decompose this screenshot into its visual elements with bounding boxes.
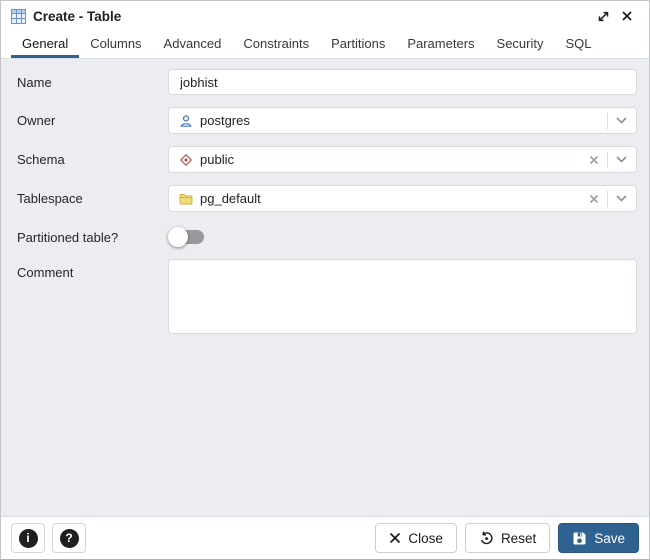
owner-label: Owner (1, 107, 168, 128)
dialog-footer: i ? Close Reset (1, 516, 649, 559)
close-button[interactable]: Close (375, 523, 457, 553)
general-tab-panel: Name Owner postgres (1, 59, 649, 516)
owner-select[interactable]: postgres (168, 107, 637, 134)
comment-row: Comment (1, 259, 637, 339)
dialog-tabbar: General Columns Advanced Constraints Par… (1, 31, 649, 59)
create-table-dialog: Create - Table General Columns Advanced … (0, 0, 650, 560)
name-input[interactable] (168, 69, 637, 95)
reset-button-label: Reset (501, 531, 536, 546)
partitioned-toggle[interactable] (168, 227, 206, 247)
save-button[interactable]: Save (558, 523, 639, 553)
tablespace-select[interactable]: pg_default (168, 185, 637, 212)
comment-label: Comment (1, 259, 168, 280)
tablespace-row: Tablespace pg_default (1, 185, 637, 212)
close-icon[interactable] (615, 4, 639, 28)
tab-advanced[interactable]: Advanced (153, 31, 233, 58)
dialog-title: Create - Table (33, 9, 121, 24)
schema-diamond-icon (179, 153, 193, 167)
partitioned-label: Partitioned table? (1, 224, 168, 245)
schema-select[interactable]: public (168, 146, 637, 173)
help-icon: ? (60, 529, 79, 548)
floppy-disk-icon (572, 531, 587, 546)
combo-separator (607, 152, 608, 168)
tab-partitions[interactable]: Partitions (320, 31, 396, 58)
tab-constraints[interactable]: Constraints (232, 31, 320, 58)
tab-parameters[interactable]: Parameters (396, 31, 485, 58)
table-icon (11, 9, 26, 24)
x-icon (389, 532, 401, 544)
tab-columns[interactable]: Columns (79, 31, 152, 58)
schema-label: Schema (1, 146, 168, 167)
combo-separator (607, 191, 608, 207)
owner-value: postgres (200, 113, 601, 128)
info-button[interactable]: i (11, 523, 45, 553)
x-clear-icon[interactable] (587, 192, 601, 206)
folder-icon (179, 192, 193, 206)
reset-button[interactable]: Reset (465, 523, 550, 553)
owner-row: Owner postgres (1, 107, 637, 134)
chevron-down-icon[interactable] (614, 114, 628, 128)
schema-value: public (200, 152, 587, 167)
toggle-knob (168, 227, 188, 247)
name-row: Name (1, 69, 637, 95)
schema-row: Schema public (1, 146, 637, 173)
expand-icon[interactable] (591, 4, 615, 28)
tab-general[interactable]: General (11, 31, 79, 58)
combo-separator (607, 113, 608, 129)
name-label: Name (1, 69, 168, 90)
comment-textarea[interactable] (168, 259, 637, 334)
x-clear-icon[interactable] (587, 153, 601, 167)
reset-arrow-icon (479, 531, 494, 546)
info-icon: i (19, 529, 38, 548)
help-button[interactable]: ? (52, 523, 86, 553)
close-button-label: Close (408, 531, 443, 546)
tab-sql[interactable]: SQL (555, 31, 603, 58)
tablespace-label: Tablespace (1, 185, 168, 206)
tab-security[interactable]: Security (486, 31, 555, 58)
dialog-titlebar: Create - Table (1, 1, 649, 31)
save-button-label: Save (594, 531, 625, 546)
tablespace-value: pg_default (200, 191, 587, 206)
partitioned-row: Partitioned table? (1, 224, 637, 247)
user-icon (179, 114, 193, 128)
chevron-down-icon[interactable] (614, 153, 628, 167)
chevron-down-icon[interactable] (614, 192, 628, 206)
